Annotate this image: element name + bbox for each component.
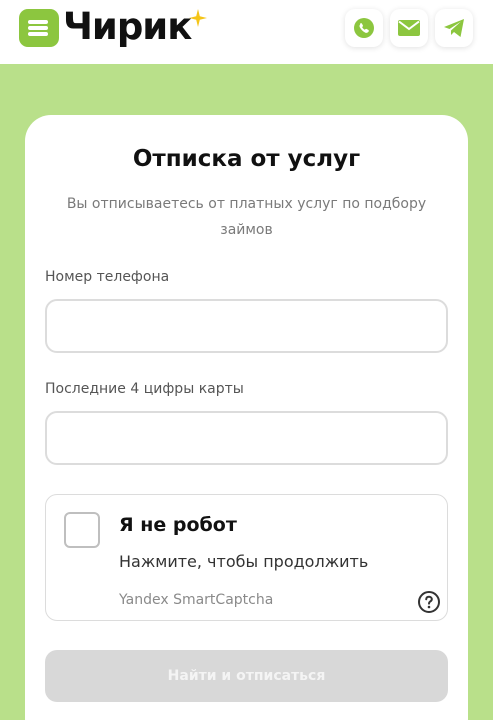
find-and-unsubscribe-button[interactable]: Найти и отписаться xyxy=(45,650,448,702)
page-title: Отписка от услуг xyxy=(132,146,361,172)
captcha-checkbox[interactable] xyxy=(64,512,100,548)
captcha-title: Я не робот xyxy=(119,514,237,536)
mail-icon xyxy=(398,20,420,36)
sparkle-icon xyxy=(189,9,207,27)
phone-input[interactable] xyxy=(45,299,448,353)
phone-icon xyxy=(354,18,374,38)
help-icon[interactable] xyxy=(417,590,441,614)
menu-icon[interactable] xyxy=(19,9,59,47)
captcha-subtitle: Нажмите, чтобы продолжить xyxy=(119,552,369,571)
phone-label: Номер телефона xyxy=(45,269,170,285)
card-digits-input[interactable] xyxy=(45,411,448,465)
card-digits-label: Последние 4 цифры карты xyxy=(45,381,244,397)
telegram-button[interactable] xyxy=(435,9,473,47)
mail-button[interactable] xyxy=(390,9,428,47)
phone-button[interactable] xyxy=(345,9,383,47)
captcha-brand: Yandex SmartCaptcha xyxy=(119,592,274,608)
logo-text[interactable]: Чирик xyxy=(63,4,192,50)
header: Чирик xyxy=(0,0,493,64)
page-subtitle: Вы отписываетесь от платных услуг по под… xyxy=(66,196,427,238)
captcha-widget: Я не робот Нажмите, чтобы продолжить Yan… xyxy=(45,494,448,621)
telegram-icon xyxy=(444,19,464,37)
